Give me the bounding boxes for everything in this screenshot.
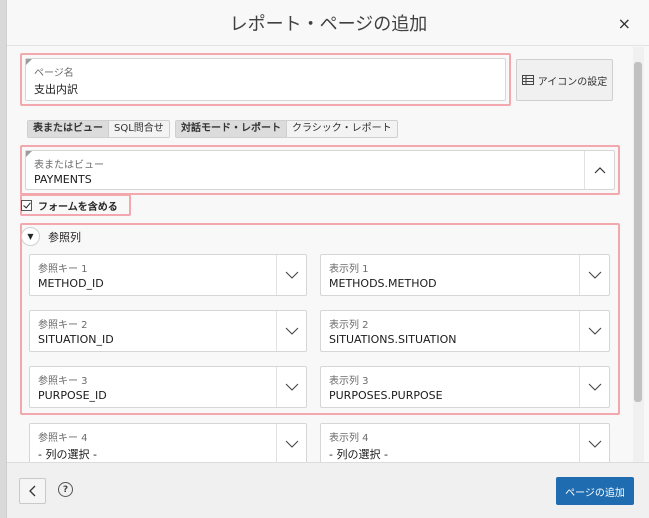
required-marker bbox=[26, 151, 32, 157]
add-report-page-dialog: レポート・ページの追加 × ページ名 支出内訳 アイコンの設定 表またはビュー … bbox=[6, 0, 649, 518]
required-marker bbox=[26, 59, 32, 65]
option-sql-query[interactable]: SQL問合せ bbox=[109, 121, 169, 137]
display-column-select[interactable]: 表示列 1 METHODS.METHOD bbox=[320, 254, 610, 296]
set-icon-label: アイコンの設定 bbox=[537, 76, 608, 88]
source-type-toggle: 表またはビュー SQL問合せ bbox=[27, 120, 170, 138]
lookup-key-label: 参照キー 3 bbox=[38, 376, 88, 387]
chevron-down-icon[interactable] bbox=[276, 367, 306, 407]
display-column-select[interactable]: 表示列 4 - 列の選択 - bbox=[320, 423, 610, 462]
option-table-or-view[interactable]: 表またはビュー bbox=[28, 121, 109, 137]
include-form-label: フォームを含める bbox=[38, 202, 118, 213]
dialog-footer: ? ページの追加 bbox=[7, 462, 649, 518]
table-icon bbox=[521, 75, 534, 85]
chevron-down-icon[interactable] bbox=[579, 311, 609, 351]
lookup-key-label: 参照キー 1 bbox=[38, 264, 88, 275]
display-column-value: PURPOSES.PURPOSE bbox=[329, 389, 443, 402]
dialog-title: レポート・ページの追加 bbox=[7, 0, 649, 46]
page-name-label: ページ名 bbox=[34, 68, 74, 79]
chevron-down-icon[interactable] bbox=[579, 424, 609, 462]
lookup-key-select[interactable]: 参照キー 2 SITUATION_ID bbox=[29, 310, 307, 352]
table-view-label: 表またはビュー bbox=[34, 160, 104, 171]
display-column-value: SITUATIONS.SITUATION bbox=[329, 333, 457, 346]
page-name-input[interactable]: 支出内訳 bbox=[34, 81, 78, 97]
report-type-toggle: 対話モード・レポート クラシック・レポート bbox=[175, 120, 398, 138]
lookup-key-value: - 列の選択 - bbox=[38, 448, 97, 461]
previous-button[interactable] bbox=[19, 478, 46, 504]
display-column-label: 表示列 2 bbox=[329, 320, 369, 331]
display-column-label: 表示列 3 bbox=[329, 376, 369, 387]
option-interactive-report[interactable]: 対話モード・レポート bbox=[176, 121, 287, 137]
page-name-field[interactable]: ページ名 支出内訳 bbox=[25, 58, 506, 101]
chevron-down-icon[interactable] bbox=[579, 255, 609, 295]
lookup-key-label: 参照キー 2 bbox=[38, 320, 88, 331]
option-classic-report[interactable]: クラシック・レポート bbox=[287, 121, 397, 137]
checkbox-checked-icon[interactable] bbox=[21, 200, 32, 211]
scrollbar-thumb[interactable] bbox=[634, 62, 642, 402]
display-column-label: 表示列 4 bbox=[329, 433, 369, 444]
chevron-down-icon[interactable] bbox=[276, 424, 306, 462]
lookup-key-value: METHOD_ID bbox=[38, 277, 104, 290]
display-column-label: 表示列 1 bbox=[329, 264, 369, 275]
lookup-key-select[interactable]: 参照キー 4 - 列の選択 - bbox=[29, 423, 307, 462]
collapse-toggle-icon[interactable]: ▼ bbox=[21, 227, 40, 246]
close-icon[interactable]: × bbox=[618, 14, 631, 33]
lookup-key-value: PURPOSE_ID bbox=[38, 389, 107, 402]
display-column-value: METHODS.METHOD bbox=[329, 277, 437, 290]
chevron-down-icon[interactable] bbox=[276, 311, 306, 351]
chevron-up-icon[interactable] bbox=[584, 151, 614, 189]
lookup-key-value: SITUATION_ID bbox=[38, 333, 114, 346]
lookup-key-label: 参照キー 4 bbox=[38, 433, 88, 444]
lookup-columns-title: 参照列 bbox=[48, 230, 81, 244]
include-form-checkbox[interactable]: フォームを含める bbox=[21, 198, 118, 213]
table-view-value: PAYMENTS bbox=[34, 173, 92, 186]
add-page-button[interactable]: ページの追加 bbox=[556, 477, 634, 505]
dialog-body: ページ名 支出内訳 アイコンの設定 表またはビュー SQL問合せ 対話モード・レ… bbox=[7, 47, 649, 462]
help-icon[interactable]: ? bbox=[58, 482, 73, 497]
display-column-select[interactable]: 表示列 2 SITUATIONS.SITUATION bbox=[320, 310, 610, 352]
display-column-value: - 列の選択 - bbox=[329, 448, 388, 461]
display-column-select[interactable]: 表示列 3 PURPOSES.PURPOSE bbox=[320, 366, 610, 408]
chevron-down-icon[interactable] bbox=[579, 367, 609, 407]
chevron-left-icon bbox=[28, 485, 35, 497]
lookup-key-select[interactable]: 参照キー 1 METHOD_ID bbox=[29, 254, 307, 296]
lookup-columns-header[interactable]: ▼ 参照列 bbox=[21, 227, 81, 246]
chevron-down-icon[interactable] bbox=[276, 255, 306, 295]
table-view-select[interactable]: 表またはビュー PAYMENTS bbox=[25, 150, 615, 190]
lookup-key-select[interactable]: 参照キー 3 PURPOSE_ID bbox=[29, 366, 307, 408]
set-icon-button[interactable]: アイコンの設定 bbox=[516, 59, 613, 101]
